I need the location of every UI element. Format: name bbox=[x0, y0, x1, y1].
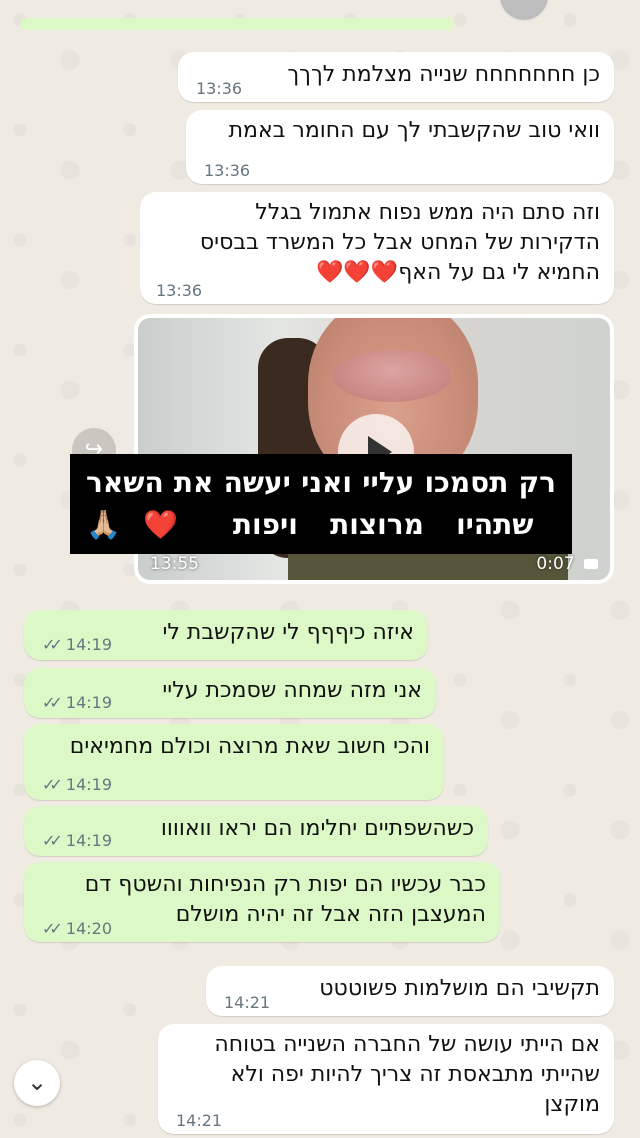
message-time: 13:36 bbox=[204, 161, 251, 180]
video-camera-icon bbox=[584, 559, 598, 569]
double-check-icon: ✓✓ bbox=[42, 831, 63, 850]
message-time-value: 14:20 bbox=[65, 919, 113, 938]
incoming-message[interactable]: כן חחחחחחח שנייה מצלמת לךךך 13:36 bbox=[178, 52, 614, 102]
outgoing-message[interactable]: אני מזה שמחה שסמכת עליי ✓✓ 14:19 bbox=[24, 668, 436, 718]
outgoing-message[interactable]: כשהשפתיים יחלימו הם יראו וואוווו ✓✓ 14:1… bbox=[24, 806, 488, 856]
outgoing-message[interactable]: איזה כיףףף לי שהקשבת לי ✓✓ 14:19 bbox=[24, 610, 428, 660]
message-time: ✓✓ 14:19 bbox=[42, 630, 112, 660]
message-text: כשהשפתיים יחלימו הם יראו וואוווו bbox=[160, 816, 474, 841]
message-time: ✓✓ 14:19 bbox=[42, 770, 112, 800]
message-line: כבר עכשיו הם יפות רק הנפיחות והשטף דם bbox=[84, 872, 486, 897]
double-check-icon: ✓✓ bbox=[42, 919, 63, 938]
message-line: הדקירות של המחט אבל כל המשרד בבסיס bbox=[199, 230, 600, 255]
message-text: וואי טוב שהקשבתי לך עם החומר באמת bbox=[228, 118, 600, 143]
double-check-icon: ✓✓ bbox=[42, 775, 63, 794]
video-caption: רק תסמכו עליי ואני יעשה את השאר שתהיו מר… bbox=[70, 454, 572, 554]
message-text: איזה כיףףף לי שהקשבת לי bbox=[162, 620, 414, 645]
incoming-message[interactable]: תקשיבי הם מושלמות פשוטטט 14:21 bbox=[206, 966, 614, 1016]
top-highlight-bar bbox=[20, 18, 454, 30]
message-time-value: 14:19 bbox=[65, 635, 113, 654]
message-text: כן חחחחחחח שנייה מצלמת לךךך bbox=[287, 62, 600, 87]
double-check-icon: ✓✓ bbox=[42, 693, 63, 712]
message-line: וזה סתם היה ממש נפוח אתמול בגלל bbox=[255, 200, 600, 225]
message-line: החמיא לי גם על האף❤️❤️❤️ bbox=[316, 260, 600, 285]
incoming-message[interactable]: אם הייתי עושה של החברה השנייה בטוחה שהיי… bbox=[158, 1024, 614, 1134]
incoming-message[interactable]: וזה סתם היה ממש נפוח אתמול בגלל הדקירות … bbox=[140, 192, 614, 304]
message-time-value: 14:19 bbox=[65, 831, 113, 850]
incoming-message[interactable]: וואי טוב שהקשבתי לך עם החומר באמת 13:36 bbox=[186, 110, 614, 184]
message-text: אני מזה שמחה שסמכת עליי bbox=[162, 678, 422, 703]
message-time: 14:21 bbox=[224, 993, 271, 1012]
message-time: ✓✓ 14:20 bbox=[42, 914, 112, 944]
outgoing-message[interactable]: כבר עכשיו הם יפות רק הנפיחות והשטף דם המ… bbox=[24, 862, 500, 942]
message-time: ✓✓ 14:19 bbox=[42, 688, 112, 718]
message-text: והכי חשוב שאת מרוצה וכולם מחמיאים bbox=[69, 734, 430, 759]
message-time: 14:21 bbox=[176, 1111, 223, 1130]
video-time: 13:55 bbox=[150, 554, 199, 574]
video-duration: 0:07 bbox=[536, 554, 598, 574]
message-text: תקשיבי הם מושלמות פשוטטט bbox=[319, 976, 600, 1001]
message-line: אם הייתי עושה של החברה השנייה בטוחה bbox=[214, 1032, 600, 1057]
chevron-down-icon[interactable]: ⌄ bbox=[14, 1060, 60, 1106]
message-time-value: 14:19 bbox=[65, 693, 113, 712]
outgoing-message[interactable]: והכי חשוב שאת מרוצה וכולם מחמיאים ✓✓ 14:… bbox=[24, 724, 444, 800]
message-time: 13:36 bbox=[156, 281, 203, 300]
message-line: שהייתי מתבאסת זה צריך להיות יפה ולא bbox=[230, 1062, 600, 1087]
video-duration-value: 0:07 bbox=[536, 554, 575, 574]
message-time: 13:36 bbox=[196, 79, 243, 98]
message-time-value: 14:19 bbox=[65, 775, 113, 794]
double-check-icon: ✓✓ bbox=[42, 635, 63, 654]
message-time: ✓✓ 14:19 bbox=[42, 826, 112, 856]
message-line: מוקצן bbox=[544, 1092, 600, 1117]
video-lips-shape bbox=[333, 350, 451, 402]
